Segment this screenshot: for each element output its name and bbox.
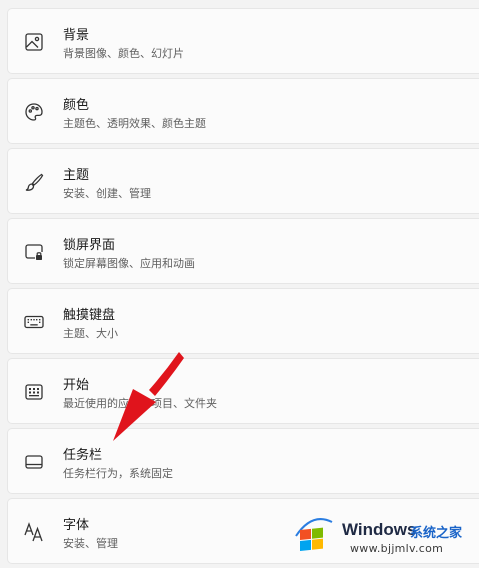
keyboard-icon	[22, 310, 46, 334]
setting-item-subtitle: 最近使用的应用和项目、文件夹	[63, 397, 217, 410]
setting-item-subtitle: 任务栏行为，系统固定	[63, 467, 173, 480]
setting-item-themes[interactable]: 主题 安装、创建、管理	[7, 148, 479, 214]
setting-item-title: 锁屏界面	[63, 238, 116, 253]
setting-item-taskbar[interactable]: 任务栏 任务栏行为，系统固定	[7, 428, 479, 494]
setting-item-title: 字体	[63, 518, 90, 533]
watermark: Windows 系统之家 www.bjjmlv.com	[290, 512, 479, 562]
setting-item-background[interactable]: 背景 背景图像、颜色、幻灯片	[7, 8, 479, 74]
setting-item-subtitle: 主题色、透明效果、颜色主题	[63, 117, 206, 130]
setting-item-subtitle: 安装、创建、管理	[63, 187, 151, 200]
watermark-url: www.bjjmlv.com	[350, 542, 444, 555]
font-icon	[22, 520, 46, 544]
watermark-brand: Windows	[342, 520, 417, 539]
setting-item-subtitle: 安装、管理	[63, 537, 118, 550]
start-icon	[22, 380, 46, 404]
setting-item-lock-screen[interactable]: 锁屏界面 锁定屏幕图像、应用和动画	[7, 218, 479, 284]
setting-item-subtitle: 背景图像、颜色、幻灯片	[63, 47, 184, 60]
setting-item-colors[interactable]: 颜色 主题色、透明效果、颜色主题	[7, 78, 479, 144]
setting-item-title: 任务栏	[63, 448, 103, 463]
setting-item-title: 背景	[63, 28, 90, 43]
watermark-site-name: 系统之家	[410, 526, 463, 541]
windows-logo-icon	[292, 516, 336, 556]
taskbar-icon	[22, 450, 46, 474]
setting-item-subtitle: 主题、大小	[63, 327, 118, 340]
setting-item-start[interactable]: 开始 最近使用的应用和项目、文件夹	[7, 358, 479, 424]
setting-item-title: 颜色	[63, 98, 90, 113]
personalization-settings-list: 背景 背景图像、颜色、幻灯片 颜色 主题色、透明效果、颜色主题 主题 安装、创建…	[7, 8, 479, 568]
setting-item-title: 触摸键盘	[63, 308, 116, 323]
brush-icon	[22, 170, 46, 194]
palette-icon	[22, 100, 46, 124]
setting-item-title: 开始	[63, 378, 90, 393]
setting-item-subtitle: 锁定屏幕图像、应用和动画	[63, 257, 195, 270]
image-icon	[22, 30, 46, 54]
setting-item-touch-keyboard[interactable]: 触摸键盘 主题、大小	[7, 288, 479, 354]
setting-item-title: 主题	[63, 168, 90, 183]
lock-screen-icon	[22, 240, 46, 264]
